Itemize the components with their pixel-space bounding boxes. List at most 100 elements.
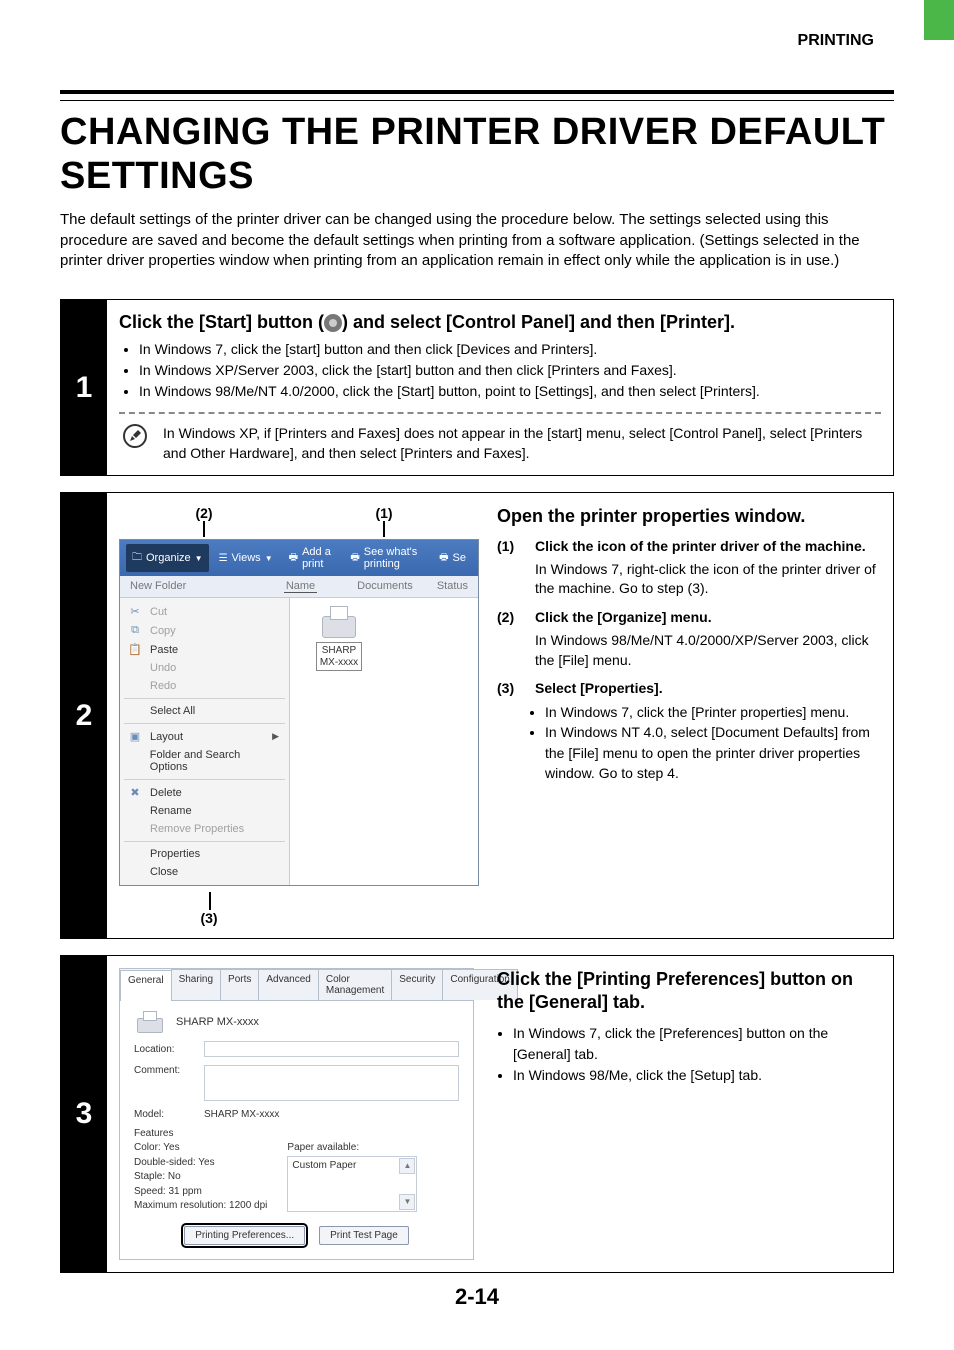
menu-folder-options[interactable]: Folder and Search Options: [120, 746, 289, 776]
substep-2-text: In Windows 98/Me/NT 4.0/2000/XP/Server 2…: [535, 631, 881, 670]
substep-title: Select [Properties].: [535, 680, 663, 696]
printing-preferences-button[interactable]: Printing Preferences...: [184, 1226, 305, 1245]
tab-ports[interactable]: Ports: [220, 969, 259, 1000]
features-section: Color: Yes Double-sided: Yes Staple: No …: [134, 1141, 459, 1214]
menu-properties[interactable]: Properties: [120, 845, 289, 863]
paper-available-list[interactable]: Custom Paper ▲ ▼: [287, 1156, 417, 1212]
explorer-subbar: New Folder Name Documents Status: [120, 576, 478, 598]
menu-cut[interactable]: ✂Cut: [120, 602, 289, 621]
step-1: 1 Click the [Start] button () and select…: [60, 299, 894, 476]
organize-dropdown: ✂Cut ⧉Copy 📋Paste Undo Redo Select All ▣…: [120, 598, 290, 885]
menu-copy[interactable]: ⧉Copy: [120, 621, 289, 640]
menu-undo[interactable]: Undo: [120, 659, 289, 677]
page-content: CHANGING THE PRINTER DRIVER DEFAULT SETT…: [0, 0, 954, 1273]
page-title: CHANGING THE PRINTER DRIVER DEFAULT SETT…: [60, 111, 894, 198]
print-test-page-button[interactable]: Print Test Page: [319, 1226, 409, 1245]
paste-icon: 📋: [128, 643, 142, 656]
step-body: (2) (1) 🗀Organize ▼ ☰Views ▼ 🖶Add a prin…: [115, 493, 893, 938]
delete-icon: ✖: [128, 786, 142, 799]
scroll-up-button[interactable]: ▲: [399, 1158, 415, 1174]
views-icon: ☰: [219, 553, 228, 564]
tab-sharing[interactable]: Sharing: [171, 969, 221, 1000]
paper-item: Custom Paper: [292, 1159, 412, 1174]
substep-num: (1): [497, 538, 525, 554]
screenshot-column: General Sharing Ports Advanced Color Man…: [119, 968, 479, 1260]
bullet: In Windows 7, click the [start] button a…: [139, 339, 881, 360]
features-label: Features: [134, 1128, 459, 1139]
callout-2: (2): [195, 505, 212, 521]
views-menu[interactable]: ☰Views ▼: [213, 544, 279, 572]
scroll-down-button[interactable]: ▼: [399, 1194, 415, 1210]
substep-3: (3) Select [Properties].: [497, 680, 881, 696]
step-number: 3: [61, 956, 107, 1272]
callout-labels: (2) (1): [119, 505, 479, 537]
menu-redo[interactable]: Redo: [120, 677, 289, 695]
printer-driver-item[interactable]: SHARPMX-xxxx: [290, 598, 380, 671]
menu-select-all[interactable]: Select All: [120, 702, 289, 720]
bullet: In Windows XP/Server 2003, click the [st…: [139, 360, 881, 381]
tab-security[interactable]: Security: [391, 969, 443, 1000]
col-documents[interactable]: Documents: [357, 580, 413, 593]
location-input[interactable]: [204, 1041, 459, 1057]
explorer-window: 🗀Organize ▼ ☰Views ▼ 🖶Add a print 🖶See w…: [119, 539, 479, 886]
start-menu-icon: [324, 314, 342, 332]
truncated-button[interactable]: 🖶Se: [433, 544, 472, 572]
substep-2: (2) Click the [Organize] menu.: [497, 609, 881, 625]
menu-separator: [124, 723, 285, 724]
menu-separator: [124, 779, 285, 780]
menu-separator: [124, 841, 285, 842]
title-pre: Click the [Start] button (: [119, 312, 324, 332]
callout-3: (3): [119, 892, 479, 926]
printer-icon: 🖶: [350, 550, 359, 567]
add-printer-button[interactable]: 🖶Add a print: [283, 544, 341, 572]
feature-double-sided: Double-sided: Yes: [134, 1156, 267, 1171]
printer-label: SHARPMX-xxxx: [316, 642, 362, 671]
step-2-heading: Open the printer properties window.: [497, 505, 881, 528]
scissors-icon: ✂: [128, 605, 142, 618]
feature-staple: Staple: No: [134, 1170, 267, 1185]
step-1-bullets: In Windows 7, click the [start] button a…: [123, 339, 881, 402]
printer-icon: [316, 606, 362, 638]
substep-num: (2): [497, 609, 525, 625]
section-header: PRINTING: [798, 32, 874, 50]
step-2: 2 (2) (1) 🗀Organize ▼ ☰Views ▼ 🖶Add a pr…: [60, 492, 894, 939]
page-edge-accent: [924, 0, 954, 40]
menu-rename[interactable]: Rename: [120, 802, 289, 820]
tab-advanced[interactable]: Advanced: [258, 969, 318, 1000]
explorer-toolbar: 🗀Organize ▼ ☰Views ▼ 🖶Add a print 🖶See w…: [120, 540, 478, 576]
printer-icon: 🖶: [439, 550, 448, 567]
pencil-note-icon: [123, 424, 147, 448]
step-body: General Sharing Ports Advanced Color Man…: [115, 956, 893, 1272]
comment-label: Comment:: [134, 1065, 194, 1076]
menu-remove-properties[interactable]: Remove Properties: [120, 820, 289, 838]
copy-icon: ⧉: [128, 624, 142, 637]
menu-close[interactable]: Close: [120, 863, 289, 881]
chevron-down-icon: ▼: [265, 554, 273, 563]
dialog-tabs: General Sharing Ports Advanced Color Man…: [120, 969, 473, 1001]
tab-color-management[interactable]: Color Management: [318, 969, 392, 1000]
menu-paste[interactable]: 📋Paste: [120, 640, 289, 659]
model-label: Model:: [134, 1109, 194, 1120]
chevron-down-icon: ▼: [195, 554, 203, 563]
folder-icon: 🗀: [132, 550, 142, 567]
see-printing-button[interactable]: 🖶See what's printing: [344, 544, 429, 572]
step-body: Click the [Start] button () and select […: [115, 300, 893, 475]
bullet: In Windows 7, click the [Printer propert…: [545, 702, 881, 722]
col-name[interactable]: Name: [284, 580, 317, 593]
new-folder-item[interactable]: New Folder: [130, 580, 284, 593]
comment-input[interactable]: [204, 1065, 459, 1101]
col-status[interactable]: Status: [437, 580, 468, 593]
menu-layout[interactable]: ▣Layout▶: [120, 727, 289, 746]
rule-thin: [60, 100, 894, 101]
menu-separator: [124, 698, 285, 699]
tab-general[interactable]: General: [120, 970, 172, 1001]
intro-paragraph: The default settings of the printer driv…: [60, 210, 894, 271]
dashed-separator: [119, 412, 881, 414]
screenshot-column: (2) (1) 🗀Organize ▼ ☰Views ▼ 🖶Add a prin…: [119, 505, 479, 926]
step-3: 3 General Sharing Ports Advanced Color M…: [60, 955, 894, 1273]
menu-delete[interactable]: ✖Delete: [120, 783, 289, 802]
substep-1: (1) Click the icon of the printer driver…: [497, 538, 881, 554]
substep-1-text: In Windows 7, right-click the icon of th…: [535, 560, 881, 599]
bullet: In Windows 98/Me, click the [Setup] tab.: [513, 1065, 881, 1086]
organize-menu[interactable]: 🗀Organize ▼: [126, 544, 209, 572]
